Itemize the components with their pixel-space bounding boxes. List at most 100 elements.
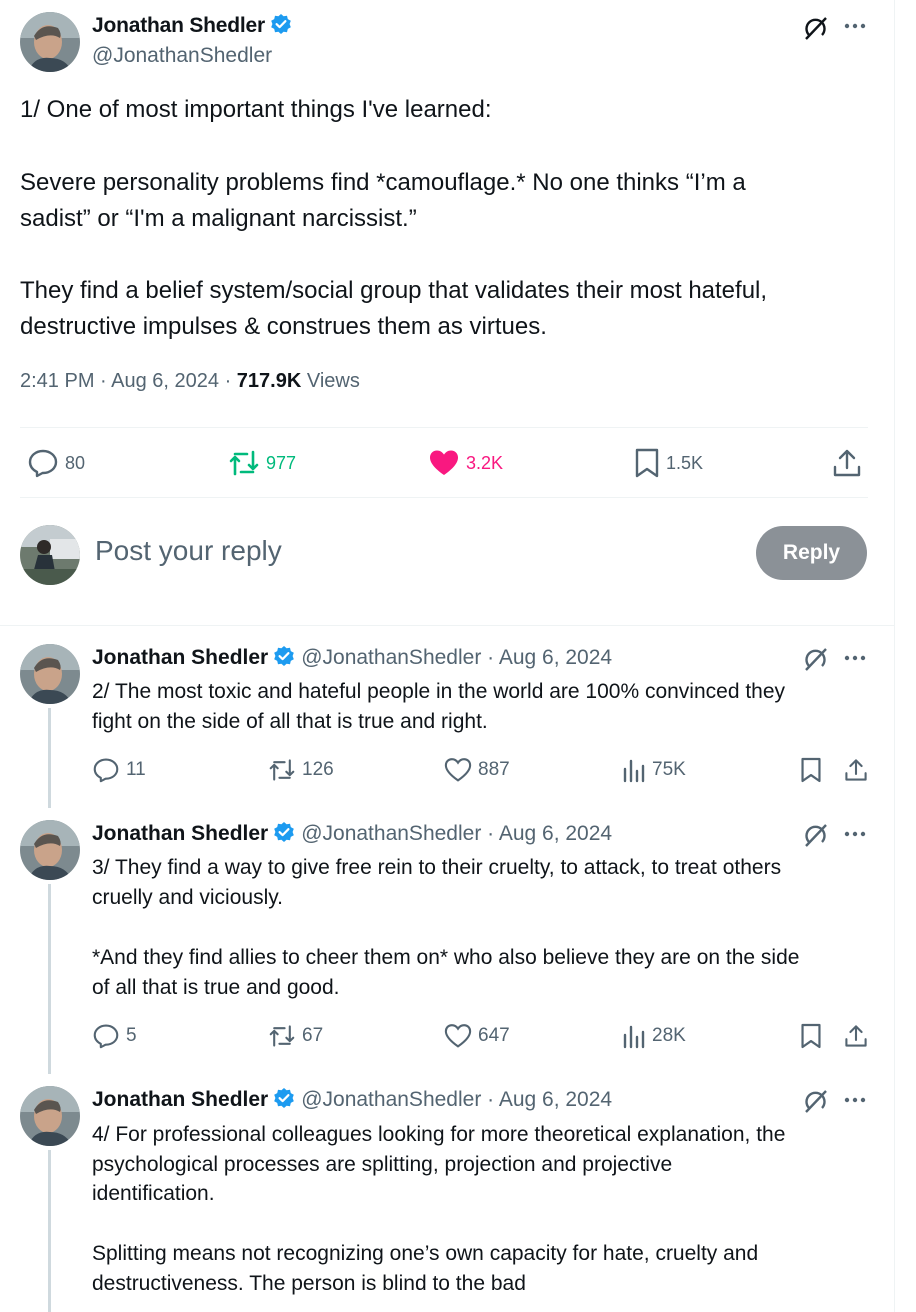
reply-button[interactable]: Reply [756,526,867,580]
more-icon[interactable] [843,1096,867,1104]
share-action[interactable] [832,448,862,478]
tweet-text-line-4: They find a belief system/social group t… [20,277,768,304]
reply-text-line: 2/ The most toxic and hateful people in … [92,680,786,703]
bookmark-icon [635,448,659,478]
current-user-avatar[interactable] [20,525,80,585]
divider [20,427,868,428]
bookmark-icon [801,1023,821,1049]
reply-count: 5 [126,1025,137,1046]
views-icon [623,759,645,783]
verified-badge-icon [274,1088,295,1108]
verified-badge-icon [274,822,295,842]
repost-count: 126 [302,759,334,780]
bookmark-action[interactable] [800,757,822,783]
tweet-meta: 2:41 PM · Aug 6, 2024 · 717.9K Views [20,370,360,393]
reply-count: 11 [126,759,146,780]
reply-icon [93,758,119,783]
tweet-text-line-3: sadist” or “I'm a malignant narcissist.” [20,205,417,232]
views-label: Views [301,370,360,392]
reply-text-line: cruelly and viciously. [92,886,284,909]
author-name[interactable]: Jonathan Shedler [92,1088,268,1111]
like-action[interactable]: 887 [444,757,510,783]
tweet-text-line-1: 1/ One of most important things I've lea… [20,96,492,123]
reply-header: Jonathan Shedler @JonathanShedler · Aug 6… [92,645,612,670]
reply-text-line: 4/ For professional colleagues looking f… [92,1123,786,1146]
author-handle-date[interactable]: @JonathanShedler · Aug 6, 2024 [301,1088,612,1111]
thread-connector [48,708,51,808]
reply-text-line: identification. [92,1182,215,1205]
reply-text-line: psychological processes are splitting, p… [92,1153,673,1176]
like-action[interactable]: 3.2K [428,448,503,478]
thread-connector [48,884,51,1074]
views-count: 28K [652,1025,686,1046]
heart-icon [430,450,458,475]
views-action[interactable]: 28K [622,1023,686,1049]
views-count: 717.9K [236,370,302,392]
repost-icon [229,450,259,476]
reply-action[interactable]: 5 [92,1023,137,1049]
grok-icon[interactable] [802,645,830,673]
share-action[interactable] [844,757,868,783]
repost-action[interactable]: 67 [268,1023,323,1049]
bookmark-action[interactable]: 1.5K [634,448,703,478]
reply-icon [28,449,58,478]
tweet-timestamp[interactable]: 2:41 PM · Aug 6, 2024 · [20,370,237,392]
reply-action[interactable]: 80 [27,448,85,478]
grok-icon[interactable] [802,1087,830,1115]
reply-header: Jonathan Shedler @JonathanShedler · Aug 6… [92,821,612,846]
reply-text-line: Splitting means not recognizing one’s ow… [92,1242,759,1265]
reply-header: Jonathan Shedler @JonathanShedler · Aug 6… [92,1087,612,1112]
bookmark-count: 1.5K [666,452,704,473]
thread-connector [48,1150,51,1312]
author-avatar[interactable] [20,12,80,72]
author-handle-date[interactable]: @JonathanShedler · Aug 6, 2024 [301,822,612,845]
repost-icon [269,1025,295,1047]
heart-icon [444,1024,472,1048]
repost-count: 67 [302,1025,324,1046]
share-icon [845,759,867,781]
repost-action[interactable]: 126 [268,757,334,783]
more-icon[interactable] [843,830,867,838]
author-handle[interactable]: @JonathanShedler [92,44,272,68]
divider [20,497,868,498]
heart-icon [444,758,472,782]
author-handle-date[interactable]: @JonathanShedler · Aug 6, 2024 [301,646,612,669]
author-name[interactable]: Jonathan Shedler [92,822,268,845]
reply-text-line: 3/ They find a way to give free rein to … [92,856,782,879]
reply-icon [93,1024,119,1049]
reply-count: 80 [65,452,86,473]
tweet-text-line-2: Severe personality problems find *camouf… [20,169,746,196]
more-icon[interactable] [843,22,867,30]
like-action[interactable]: 647 [444,1023,510,1049]
share-action[interactable] [844,1023,868,1049]
repost-action[interactable]: 977 [228,448,296,478]
author-name[interactable]: Jonathan Shedler [92,646,268,669]
views-icon [623,1025,645,1049]
bookmark-action[interactable] [800,1023,822,1049]
views-count: 75K [652,759,686,780]
grok-icon[interactable] [802,14,830,42]
tweet-text-line-5: destructive impulses & construes them as… [20,313,547,340]
reply-text-line: destructiveness. The person is blind to … [92,1272,526,1295]
grok-icon[interactable] [802,821,830,849]
repost-count: 977 [266,452,297,473]
author-avatar[interactable] [20,644,80,704]
column-border [894,0,895,1312]
author-avatar[interactable] [20,820,80,880]
more-icon[interactable] [843,654,867,662]
author-name-text: Jonathan Shedler [92,14,266,37]
like-count: 3.2K [466,452,504,473]
reply-input[interactable]: Post your reply [95,535,282,567]
share-icon [845,1025,867,1047]
verified-badge-icon [274,646,295,666]
share-icon [833,449,861,477]
author-name[interactable]: Jonathan Shedler [92,13,292,38]
bookmark-icon [801,757,821,783]
verified-badge-icon [271,14,291,34]
views-action[interactable]: 75K [622,757,686,783]
reply-text-line: fight on the side of all that is true an… [92,710,488,733]
reply-action[interactable]: 11 [92,757,146,783]
reply-text-line: *And they find allies to cheer them on* … [92,946,800,969]
like-count: 887 [478,759,510,780]
author-avatar[interactable] [20,1086,80,1146]
